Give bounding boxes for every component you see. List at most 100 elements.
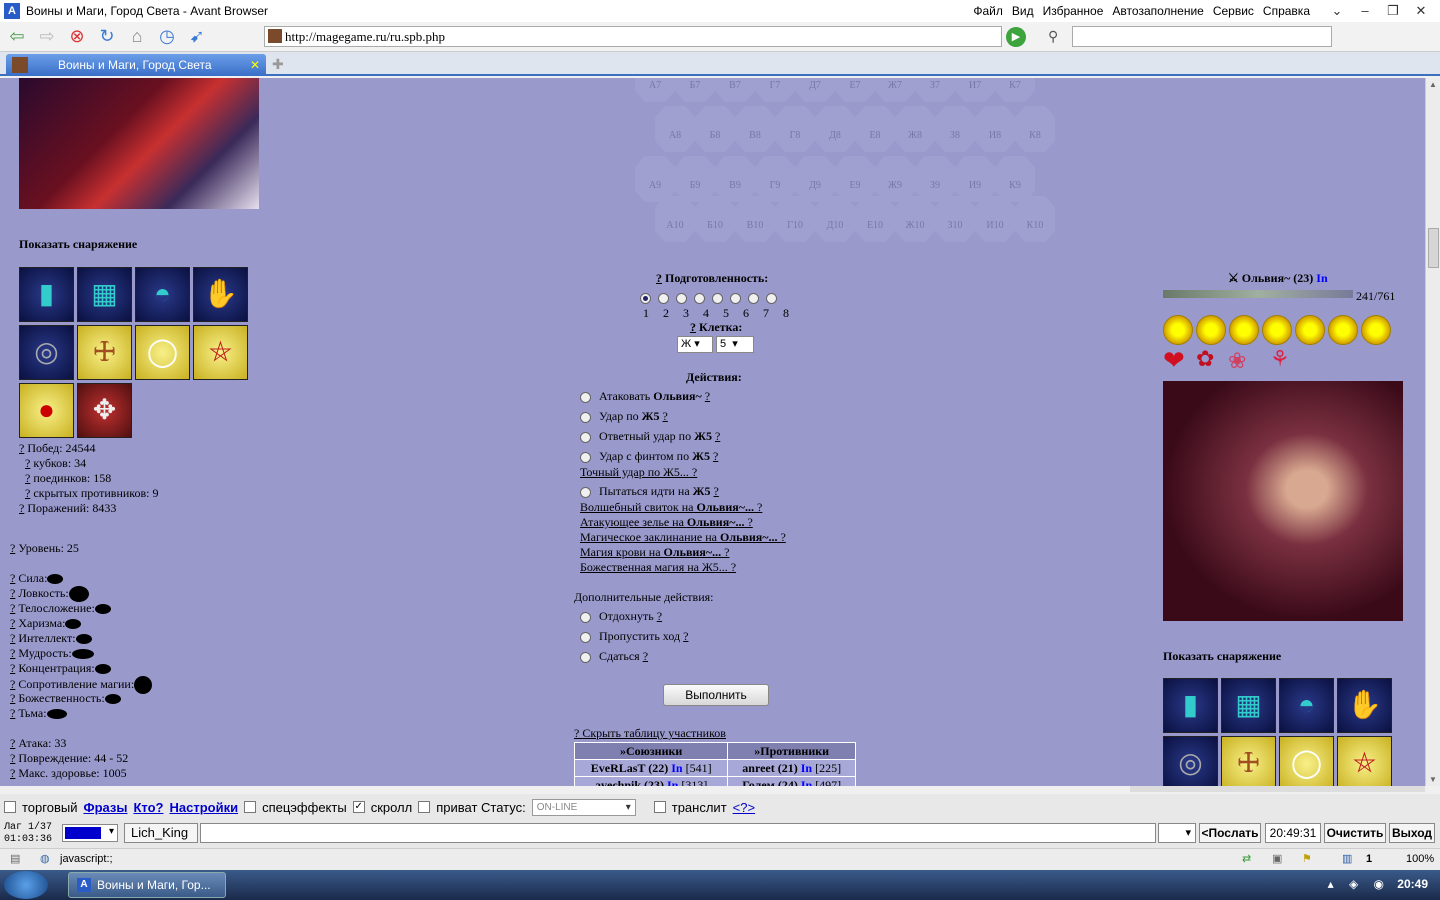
enemy-name[interactable]: Голем (24) — [742, 778, 798, 787]
hex-cell[interactable]: Ж7 — [875, 78, 915, 102]
show-gear-link[interactable]: Показать снаряжение — [19, 237, 137, 252]
hex-cell[interactable]: И7 — [955, 78, 995, 102]
who-link[interactable]: Кто? — [133, 800, 163, 815]
action-counter[interactable]: Ответный удар по Ж5 ? — [580, 429, 720, 444]
menu-file[interactable]: Файл — [973, 4, 1003, 18]
gear-ring-icon[interactable]: ◯ — [135, 325, 190, 380]
prep-radio-7[interactable] — [748, 292, 759, 304]
help-link[interactable]: ? — [25, 486, 30, 500]
hex-cell[interactable]: А10 — [655, 196, 695, 242]
enemy-name[interactable]: anreet (21) — [742, 761, 797, 775]
trade-checkbox[interactable] — [4, 801, 16, 813]
hex-cell[interactable]: Ж9 — [875, 156, 915, 202]
gear-chalice-icon[interactable]: 🜊 — [1221, 736, 1276, 786]
hex-cell[interactable]: Е7 — [835, 78, 875, 102]
hex-cell[interactable]: Б7 — [675, 78, 715, 102]
hex-cell[interactable]: Г8 — [775, 106, 815, 152]
menu-autofill[interactable]: Автозаполнение — [1112, 4, 1203, 18]
vertical-scrollbar[interactable]: ▲ ▼ — [1425, 78, 1440, 786]
action-divine-link[interactable]: Божественная магия на Ж5... ? — [580, 560, 736, 575]
translit-help-link[interactable]: <?> — [733, 800, 755, 815]
gear-boots-icon[interactable]: ▮ — [1163, 678, 1218, 733]
hex-cell[interactable]: Д10 — [815, 196, 855, 242]
menu-tools[interactable]: Сервис — [1213, 4, 1254, 18]
start-button[interactable] — [4, 871, 48, 899]
submit-button[interactable]: Выполнить — [663, 684, 769, 706]
hex-cell[interactable]: З7 — [915, 78, 955, 102]
cell-row-select[interactable]: 5 ▾ — [716, 336, 754, 353]
action-surrender[interactable]: Сдаться ? — [580, 649, 648, 664]
menu-dropdown-icon[interactable]: ⌄ — [1324, 2, 1350, 20]
refresh-icon[interactable]: ↻ — [94, 24, 120, 50]
scroll-down-icon[interactable]: ▼ — [1429, 775, 1437, 784]
prep-radio-8[interactable] — [766, 292, 777, 304]
hex-cell[interactable]: Б10 — [695, 196, 735, 242]
help-link[interactable]: ? — [19, 501, 24, 515]
gear-gloves-icon[interactable]: ✋ — [193, 267, 248, 322]
prep-radio-3[interactable] — [676, 292, 687, 304]
prep-radio-5[interactable] — [712, 292, 723, 304]
chat-message-input[interactable] — [200, 823, 1156, 843]
help-link[interactable]: ? — [656, 271, 662, 285]
action-scroll-link[interactable]: Волшебный свиток на Ольвия~... ? — [580, 500, 762, 515]
in-link[interactable]: In — [801, 761, 812, 775]
hex-cell[interactable]: В7 — [715, 78, 755, 102]
prep-radio-4[interactable] — [694, 292, 705, 304]
smiley-select[interactable] — [1158, 823, 1196, 843]
action-blood-link[interactable]: Магия крови на Ольвия~... ? — [580, 545, 729, 560]
hex-cell[interactable]: И9 — [955, 156, 995, 202]
settings-link[interactable]: Настройки — [169, 800, 238, 815]
stop-icon[interactable]: ⊗ — [64, 24, 90, 50]
go-icon[interactable]: ▶ — [1006, 27, 1026, 47]
hex-cell[interactable]: Г9 — [755, 156, 795, 202]
phrases-link[interactable]: Фразы — [83, 800, 127, 815]
action-feint[interactable]: Удар с финтом по Ж5 ? — [580, 449, 718, 464]
gear-shield-icon[interactable]: ◎ — [19, 325, 74, 380]
taskbar-item-browser[interactable]: A Воины и Маги, Гор... — [68, 872, 226, 898]
menu-favorites[interactable]: Избранное — [1043, 4, 1104, 18]
ally-name[interactable]: EveRLasT (22) — [591, 761, 668, 775]
hide-table-link[interactable]: ? Скрыть таблицу участников — [574, 726, 726, 741]
hex-cell[interactable]: Е10 — [855, 196, 895, 242]
hex-cell[interactable]: В8 — [735, 106, 775, 152]
help-link[interactable]: ? — [19, 441, 24, 455]
status-select[interactable]: ON-LINE — [531, 798, 636, 816]
gear-ring-icon[interactable]: ◯ — [1279, 736, 1334, 786]
search-input[interactable] — [1072, 26, 1332, 47]
hex-cell[interactable]: И10 — [975, 196, 1015, 242]
gear-gloves-icon[interactable]: ✋ — [1337, 678, 1392, 733]
hex-cell[interactable]: Е9 — [835, 156, 875, 202]
private-checkbox[interactable] — [418, 801, 431, 813]
hex-cell[interactable]: А7 — [635, 78, 675, 102]
clear-button[interactable]: Очистить — [1324, 823, 1386, 843]
hex-cell[interactable]: Г7 — [755, 78, 795, 102]
action-rest[interactable]: Отдохнуть ? — [580, 609, 662, 624]
prep-radio-2[interactable] — [658, 292, 669, 304]
hex-cell[interactable]: А8 — [655, 106, 695, 152]
tab-active[interactable]: Воины и Маги, Город Света ✕ — [6, 54, 266, 76]
hex-cell[interactable]: Ж10 — [895, 196, 935, 242]
color-picker[interactable]: ▾ — [62, 824, 118, 842]
menu-help[interactable]: Справка — [1263, 4, 1310, 18]
hex-cell[interactable]: И8 — [975, 106, 1015, 152]
help-link[interactable]: ? — [25, 471, 30, 485]
close-icon[interactable]: ✕ — [1408, 2, 1434, 20]
gear-chalice-icon[interactable]: 🜊 — [77, 325, 132, 380]
help-link[interactable]: ? — [25, 456, 30, 470]
opponent-in-link[interactable]: In — [1316, 271, 1327, 285]
hex-cell[interactable]: К7 — [995, 78, 1035, 102]
home-icon[interactable]: ⌂ — [124, 24, 150, 50]
frame-divider[interactable] — [1130, 786, 1425, 792]
new-tab-icon[interactable]: ✚ — [272, 56, 284, 73]
in-link[interactable]: In — [671, 761, 682, 775]
action-precise-link[interactable]: Точный удар по Ж5... ? — [580, 465, 697, 480]
action-move[interactable]: Пытаться идти на Ж5 ? — [580, 484, 719, 499]
action-potion-link[interactable]: Атакующее зелье на Ольвия~... ? — [580, 515, 753, 530]
zoom-level[interactable]: 100% — [1406, 853, 1434, 865]
history-icon[interactable]: ◷ — [154, 24, 180, 50]
in-link[interactable]: In — [667, 778, 678, 787]
action-spell-link[interactable]: Магическое заклинание на Ольвия~... ? — [580, 530, 786, 545]
popup-icon[interactable]: ▥ — [1342, 852, 1352, 865]
scroll-up-icon[interactable]: ▲ — [1429, 80, 1437, 89]
scroll-checkbox[interactable]: ✓ — [352, 801, 365, 813]
